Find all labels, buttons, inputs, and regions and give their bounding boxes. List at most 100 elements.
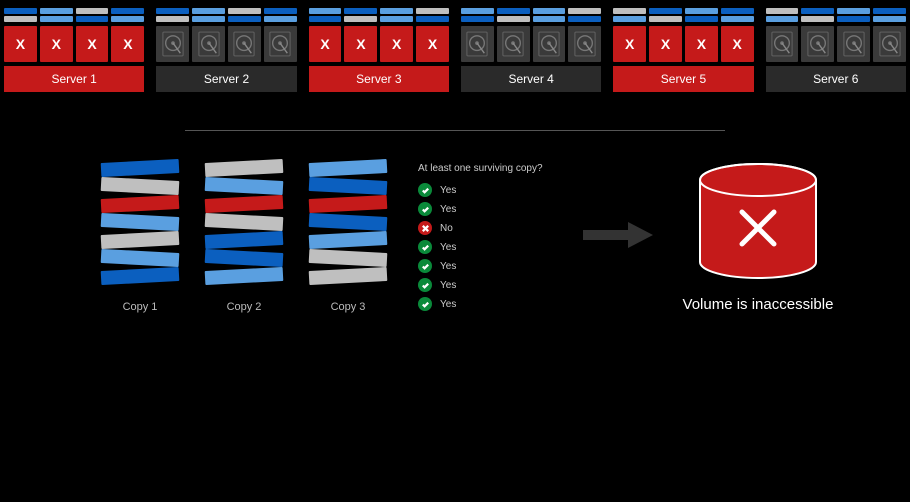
checks-title: At least one surviving copy? bbox=[418, 163, 543, 174]
data-stripe bbox=[568, 8, 601, 14]
disk-drive-icon bbox=[228, 26, 261, 62]
disk-drive-icon bbox=[837, 26, 870, 62]
copy-label: Copy 3 bbox=[331, 301, 366, 313]
check-label: Yes bbox=[440, 261, 456, 272]
copy-slab bbox=[205, 213, 284, 231]
copy-slab bbox=[309, 159, 388, 177]
data-stripe bbox=[649, 16, 682, 22]
data-stripe bbox=[685, 8, 718, 14]
server-1: XXXX Server 1 bbox=[4, 8, 144, 92]
checks-column: At least one surviving copy? Yes Yes No Yes… bbox=[418, 163, 543, 311]
stripe-row bbox=[4, 16, 144, 22]
server-label: Server 2 bbox=[156, 66, 296, 92]
failed-drive-icon: X bbox=[685, 26, 718, 62]
stripe-row bbox=[309, 8, 449, 14]
data-stripe bbox=[766, 16, 799, 22]
data-stripe bbox=[192, 16, 225, 22]
arrow-icon bbox=[583, 220, 653, 255]
check-row: Yes bbox=[418, 202, 543, 216]
disk-drive-icon bbox=[568, 26, 601, 62]
result-label: Volume is inaccessible bbox=[683, 296, 834, 313]
copy-2: Copy 2 bbox=[204, 161, 284, 313]
data-stripe bbox=[156, 8, 189, 14]
copy-label: Copy 1 bbox=[123, 301, 158, 313]
data-stripe bbox=[649, 8, 682, 14]
data-stripe bbox=[40, 8, 73, 14]
data-stripe bbox=[380, 16, 413, 22]
failed-drive-icon: X bbox=[344, 26, 377, 62]
stripe-row bbox=[156, 8, 296, 14]
check-label: No bbox=[440, 223, 453, 234]
check-yes-icon bbox=[418, 297, 432, 311]
data-stripe bbox=[685, 16, 718, 22]
disk-drive-icon bbox=[264, 26, 297, 62]
data-stripe bbox=[533, 8, 566, 14]
check-label: Yes bbox=[440, 242, 456, 253]
copy-slab bbox=[309, 195, 388, 213]
copy-slab bbox=[309, 267, 388, 285]
data-stripe bbox=[416, 8, 449, 14]
data-stripe bbox=[111, 8, 144, 14]
servers-row: XXXXServer 1Server 2XXXXServer 3Server 4… bbox=[0, 0, 910, 92]
copy-slab bbox=[205, 231, 284, 249]
server-label: Server 3 bbox=[309, 66, 449, 92]
drive-row: XXXX bbox=[4, 26, 144, 62]
copy-slab bbox=[205, 177, 284, 195]
drive-row: XXXX bbox=[613, 26, 753, 62]
server-label: Server 4 bbox=[461, 66, 601, 92]
disk-drive-icon bbox=[533, 26, 566, 62]
drive-row bbox=[156, 26, 296, 62]
copy-1: Copy 1 bbox=[100, 161, 180, 313]
data-stripe bbox=[4, 8, 37, 14]
failed-drive-icon: X bbox=[649, 26, 682, 62]
data-stripe bbox=[264, 16, 297, 22]
copy-slab bbox=[309, 177, 388, 195]
drive-row: XXXX bbox=[309, 26, 449, 62]
check-label: Yes bbox=[440, 280, 456, 291]
copy-slab bbox=[309, 249, 388, 267]
data-stripe bbox=[344, 16, 377, 22]
disk-drive-icon bbox=[497, 26, 530, 62]
copy-slab bbox=[205, 159, 284, 177]
data-stripe bbox=[873, 8, 906, 14]
data-stripe bbox=[344, 8, 377, 14]
lower-section: Copy 1 Copy 2 Copy 3 At least one survivin… bbox=[0, 161, 910, 313]
check-row: Yes bbox=[418, 240, 543, 254]
data-stripe bbox=[156, 16, 189, 22]
data-stripe bbox=[309, 8, 342, 14]
failed-drive-icon: X bbox=[721, 26, 754, 62]
data-stripe bbox=[264, 8, 297, 14]
copy-slab bbox=[101, 195, 180, 213]
disk-drive-icon bbox=[873, 26, 906, 62]
copy-slab bbox=[309, 231, 388, 249]
data-stripe bbox=[228, 16, 261, 22]
stripe-row bbox=[613, 16, 753, 22]
check-label: Yes bbox=[440, 204, 456, 215]
data-stripe bbox=[873, 16, 906, 22]
copy-slab bbox=[101, 267, 180, 285]
divider bbox=[185, 130, 725, 131]
failed-drive-icon: X bbox=[613, 26, 646, 62]
failed-drive-icon: X bbox=[76, 26, 109, 62]
check-row: Yes bbox=[418, 183, 543, 197]
data-stripe bbox=[837, 8, 870, 14]
drive-row bbox=[766, 26, 906, 62]
data-stripe bbox=[801, 8, 834, 14]
volume-cylinder-icon bbox=[693, 162, 823, 282]
data-stripe bbox=[380, 8, 413, 14]
data-stripe bbox=[801, 16, 834, 22]
data-stripe bbox=[76, 8, 109, 14]
check-yes-icon bbox=[418, 259, 432, 273]
copy-slab bbox=[309, 213, 388, 231]
data-stripe bbox=[416, 16, 449, 22]
check-yes-icon bbox=[418, 202, 432, 216]
copy-slab bbox=[101, 249, 180, 267]
check-yes-icon bbox=[418, 278, 432, 292]
stripe-row bbox=[309, 16, 449, 22]
stripe-row bbox=[156, 16, 296, 22]
server-label: Server 5 bbox=[613, 66, 753, 92]
copy-slab bbox=[101, 231, 180, 249]
result-group: Volume is inaccessible bbox=[683, 162, 834, 313]
server-label: Server 6 bbox=[766, 66, 906, 92]
server-label: Server 1 bbox=[4, 66, 144, 92]
